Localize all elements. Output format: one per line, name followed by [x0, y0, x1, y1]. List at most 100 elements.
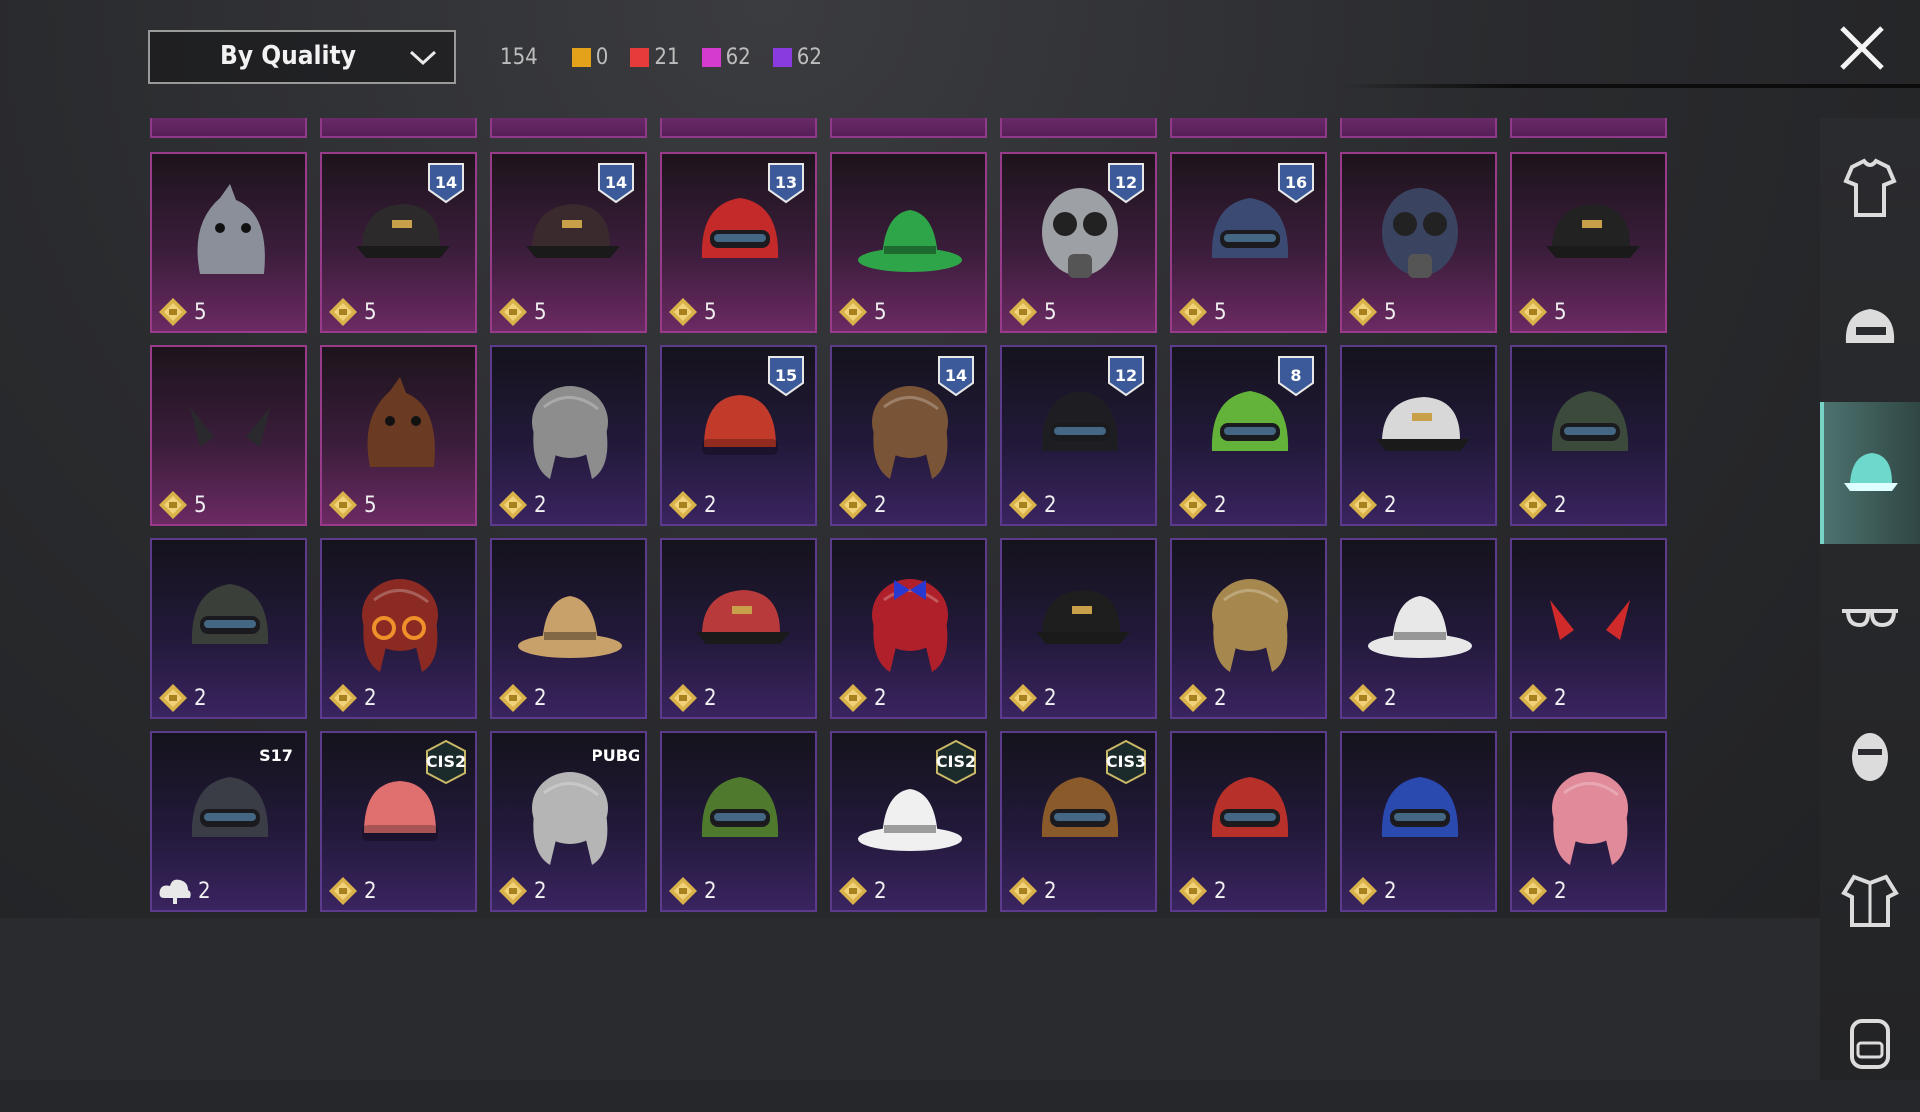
sort-dropdown[interactable]: By Quality — [148, 30, 456, 84]
item-price: 2 — [1348, 876, 1397, 906]
item-tile-dark-horns[interactable]: 5 — [150, 345, 307, 526]
jacket-tab[interactable] — [1820, 828, 1920, 970]
season-badge-label: 8 — [1290, 366, 1301, 385]
item-tile-horse-mask[interactable]: 5 — [320, 345, 477, 526]
item-price: 2 — [838, 876, 887, 906]
premium-coin-icon — [1349, 684, 1377, 712]
item-tile-peaked-cap[interactable]: 5 — [1510, 152, 1667, 333]
item-tile-tactical-helmet[interactable]: 2 — [1510, 345, 1667, 526]
item-tile-pattern-cap[interactable]: 2 — [660, 538, 817, 719]
top-bar: By Quality 154 0 21 62 62 — [0, 0, 1920, 118]
season-badge-icon: 12 — [1108, 356, 1144, 397]
item-tile-samurai-helmet[interactable]: 13 5 — [660, 152, 817, 333]
season-badge-label: 14 — [605, 173, 627, 192]
item-tile-bunny-helmet[interactable]: 12 2 — [1000, 345, 1157, 526]
item-price-value: 2 — [1384, 878, 1397, 904]
premium-coin-icon — [329, 684, 357, 712]
item-price-value: 2 — [534, 878, 547, 904]
item-price-value: 2 — [1384, 492, 1397, 518]
item-price-value: 2 — [874, 878, 887, 904]
category-sidebar — [1820, 118, 1920, 1080]
item-tile-red-hair-glasses[interactable]: 2 — [320, 538, 477, 719]
premium-coin-icon — [159, 684, 187, 712]
premium-coin-icon — [669, 877, 697, 905]
season-badge-label: CIS2 — [936, 752, 976, 771]
item-tile-chef-hat[interactable]: CIS2 2 — [830, 731, 987, 912]
partial-item-tile — [1000, 118, 1157, 138]
item-tile-pink-braids[interactable]: 2 — [1510, 731, 1667, 912]
item-tile-red-horns[interactable]: 2 — [1510, 538, 1667, 719]
season-badge-icon: 16 — [1278, 163, 1314, 204]
chevron-down-icon — [409, 50, 437, 66]
item-tile-sun-hat[interactable]: 2 — [1340, 538, 1497, 719]
item-tile-respirator-helmet[interactable]: 5 — [1340, 152, 1497, 333]
item-tile-striped-beanie[interactable]: CIS2 2 — [320, 731, 477, 912]
item-price: 2 — [1178, 490, 1227, 520]
item-tile-gas-mask[interactable]: 12 5 — [1000, 152, 1157, 333]
item-tile-wavy-hair[interactable]: 2 — [1170, 538, 1327, 719]
header-divider — [1340, 84, 1920, 88]
premium-coin-icon — [839, 298, 867, 326]
season-badge-icon: CIS3 — [1106, 739, 1146, 785]
item-tile-football-helmet[interactable]: 2 — [1170, 731, 1327, 912]
premium-coin-icon — [499, 491, 527, 519]
helmet-tab[interactable] — [1820, 260, 1920, 402]
season-badge-label: 15 — [775, 366, 797, 385]
mask-tab[interactable] — [1820, 686, 1920, 828]
item-price-value: 2 — [1554, 878, 1567, 904]
premium-coin-icon — [1009, 684, 1037, 712]
item-price-value: 5 — [1554, 299, 1567, 325]
hat-tab[interactable] — [1820, 402, 1920, 544]
season-badge-icon: 8 — [1278, 356, 1314, 397]
item-price: 5 — [158, 490, 207, 520]
item-price: 2 — [1348, 490, 1397, 520]
eyewear-tab[interactable] — [1820, 544, 1920, 686]
item-tile-frog-hat[interactable]: 5 — [830, 152, 987, 333]
item-price: 2 — [1518, 683, 1567, 713]
item-price-value: 2 — [198, 878, 211, 904]
item-price: 2 — [498, 683, 547, 713]
peaked-cap-icon — [1546, 204, 1640, 258]
item-tile-pumpkin-beanie[interactable]: 15 2 — [660, 345, 817, 526]
item-price: 2 — [668, 683, 717, 713]
partial-item-tile — [1170, 118, 1327, 138]
backpack-tab[interactable] — [1820, 970, 1920, 1112]
item-tile-bunny-ear-hat[interactable]: 2 — [490, 538, 647, 719]
quality-count-epic: 21 — [630, 44, 680, 70]
item-tile-silver-bob[interactable]: PUBG 2 — [490, 731, 647, 912]
quality-count-rare: 62 — [701, 45, 751, 70]
item-price: 5 — [328, 297, 377, 327]
item-tile-bow-red-hair[interactable]: 2 — [830, 538, 987, 719]
item-grid[interactable]: 5 14 5 14 5 13 5 5 12 5 16 5 5 5 5 5 2 15 2 14 2 12 2 8 2 2 2 2 2 2 2 2… — [150, 118, 1670, 1036]
premium-coin-icon — [669, 491, 697, 519]
item-price: 2 — [1178, 876, 1227, 906]
item-tile-green-helmet[interactable]: 2 — [660, 731, 817, 912]
season-badge-label: PUBG — [593, 746, 639, 765]
item-tile-visor-helmet[interactable]: 2 — [150, 538, 307, 719]
backpack-icon — [1850, 1019, 1890, 1069]
item-tile-officer-cap[interactable]: 14 5 — [320, 152, 477, 333]
item-tile-baseball-cap[interactable]: 2 — [1340, 345, 1497, 526]
item-tile-spiked-cap[interactable]: 14 5 — [490, 152, 647, 333]
item-tile-grey-hair[interactable]: 2 — [490, 345, 647, 526]
item-tile-robot-helmet[interactable]: 16 5 — [1170, 152, 1327, 333]
wolf-head-icon — [197, 184, 265, 274]
premium-coin-icon — [839, 684, 867, 712]
epic-count: 21 — [654, 44, 680, 70]
football-helmet-icon — [1211, 777, 1289, 837]
close-button[interactable] — [1834, 20, 1890, 76]
outfit-tab[interactable] — [1820, 118, 1920, 260]
item-tile-cat-cap-hair[interactable]: 14 2 — [830, 345, 987, 526]
partial-item-tile — [1340, 118, 1497, 138]
item-tile-wolf-mask[interactable]: 5 — [150, 152, 307, 333]
item-tile-cricket-helmet[interactable]: 2 — [1340, 731, 1497, 912]
item-tile-skull-hood[interactable]: 82 — [1170, 345, 1327, 526]
item-price-value: 2 — [534, 685, 547, 711]
green-helmet-icon — [701, 777, 779, 837]
item-tile-barrel-helmet[interactable]: CIS3 2 — [1000, 731, 1157, 912]
item-price-value: 2 — [1384, 685, 1397, 711]
premium-coin-icon — [329, 491, 357, 519]
partial-item-tile — [830, 118, 987, 138]
item-tile-horned-helm[interactable]: S17 2 — [150, 731, 307, 912]
item-tile-black-red-cap[interactable]: 2 — [1000, 538, 1157, 719]
